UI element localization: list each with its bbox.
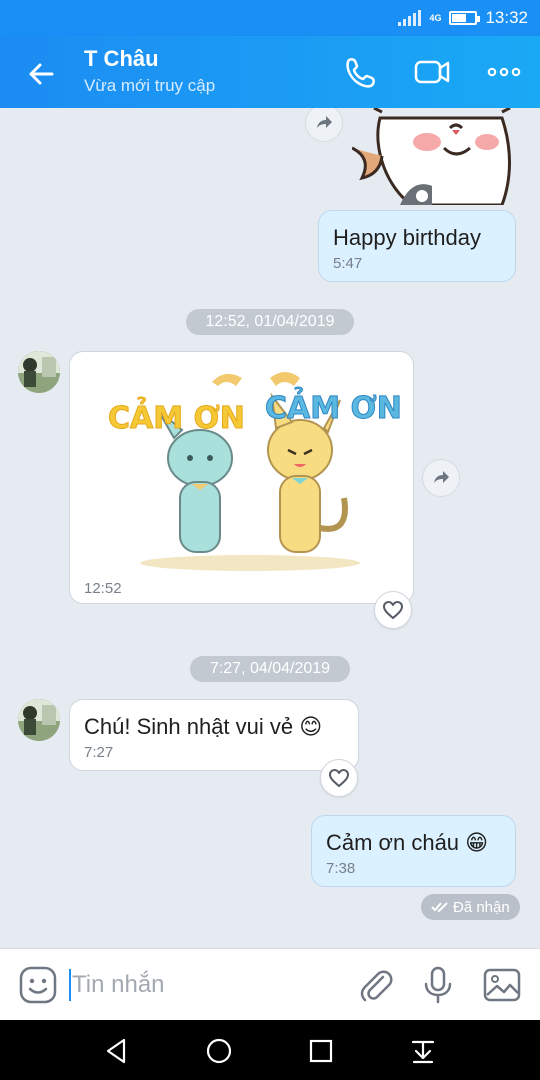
last-seen-status: Vừa mới truy cập [84, 76, 216, 95]
message-bubble-sent[interactable]: Happy birthday 5:47 [318, 210, 516, 282]
avatar[interactable] [18, 699, 60, 741]
message-bubble-received[interactable]: Chú! Sinh nhật vui vẻ 😊 7:27 [69, 699, 359, 771]
notification-pulldown-icon[interactable] [408, 1036, 438, 1066]
more-options-icon[interactable] [484, 54, 524, 90]
phone-call-icon[interactable] [340, 54, 380, 90]
delivery-status-text: Đã nhận [453, 898, 510, 916]
message-text: Happy birthday [333, 225, 481, 250]
message-bubble-sent[interactable]: Cảm ơn cháu 😁 7:38 [311, 815, 516, 887]
recent-apps-icon[interactable] [306, 1036, 336, 1066]
message-time: 12:52 [84, 580, 122, 597]
image-gallery-icon[interactable] [482, 965, 522, 1005]
message-text: Cảm ơn cháu 😁 [326, 830, 489, 855]
thank-you-sticker-image: CẢM ƠN CẢM ƠN [108, 372, 400, 571]
sticker-message[interactable]: CẢM ƠN CẢM ƠN 12:52 [69, 351, 414, 604]
share-arrow-icon [317, 116, 332, 128]
heart-icon [383, 601, 403, 619]
like-button[interactable] [374, 591, 412, 629]
text-cursor [69, 969, 71, 1001]
avatar[interactable] [18, 351, 60, 393]
message-time: 7:38 [326, 860, 356, 877]
chat-header: T Châu Vừa mới truy cập [0, 36, 540, 108]
network-type: 4G [429, 12, 442, 23]
system-navigation-bar [0, 1020, 540, 1080]
home-circle-icon[interactable] [204, 1036, 234, 1066]
date-separator: 12:52, 01/04/2019 [186, 309, 354, 335]
delivery-status-badge: Đã nhận [421, 894, 520, 920]
share-arrow-icon [434, 471, 449, 483]
message-time: 7:27 [84, 744, 114, 761]
clock: 13:32 [485, 8, 528, 27]
double-check-icon [431, 902, 448, 913]
emoji-icon[interactable] [18, 965, 58, 1005]
cat-sticker-image [352, 108, 511, 205]
contact-name[interactable]: T Châu [84, 46, 159, 72]
date-separator: 7:27, 04/04/2019 [190, 656, 350, 682]
message-time: 5:47 [333, 255, 363, 272]
heart-icon [329, 769, 349, 787]
microphone-icon[interactable] [418, 965, 458, 1005]
sticker-text-left: CẢM ƠN [108, 397, 245, 436]
message-input[interactable]: Tin nhắn [72, 971, 165, 999]
battery-icon [449, 11, 481, 25]
like-button[interactable] [320, 759, 358, 797]
forward-button[interactable] [422, 459, 460, 497]
avatar-image [18, 699, 60, 741]
forward-button[interactable] [305, 108, 343, 142]
back-triangle-icon[interactable] [102, 1036, 132, 1066]
back-arrow-icon[interactable] [22, 54, 62, 94]
message-composer: Tin nhắn [0, 948, 540, 1020]
avatar-image [18, 351, 60, 393]
signal-icon [398, 10, 422, 26]
message-text: Chú! Sinh nhật vui vẻ 😊 [84, 714, 323, 739]
video-call-icon[interactable] [412, 54, 452, 90]
attachment-icon[interactable] [356, 965, 396, 1005]
message-list[interactable]: Happy birthday 5:47 12:52, 01/04/2019 CẢ… [0, 108, 540, 948]
sticker-text-right: CẢM ƠN [265, 387, 400, 426]
status-bar: 4G 13:32 [0, 0, 540, 36]
